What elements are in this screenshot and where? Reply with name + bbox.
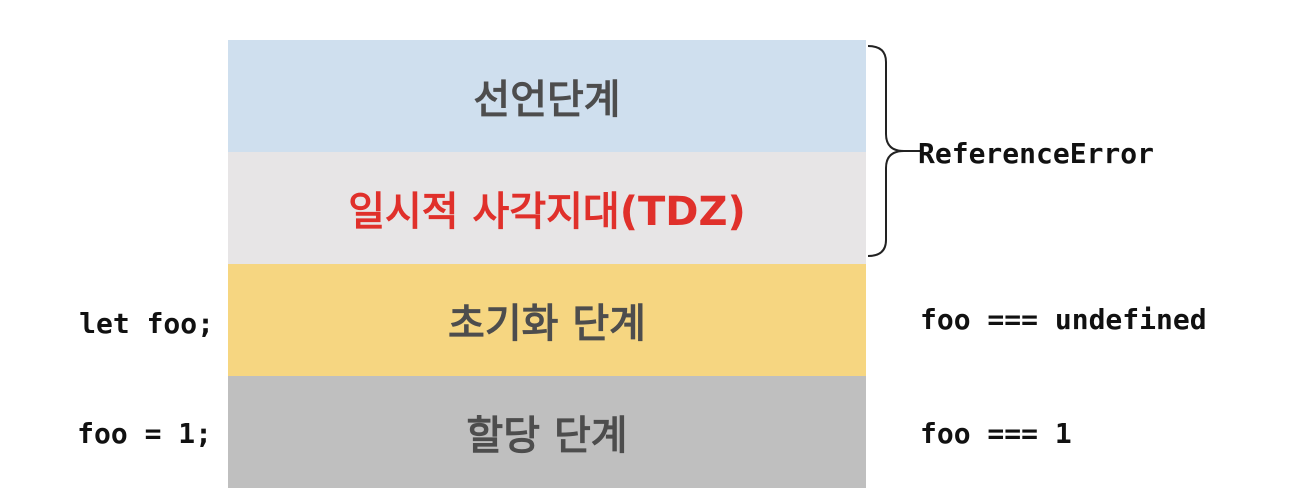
phase-stack: 선언단계 일시적 사각지대(TDZ) 초기화 단계 할당 단계 (228, 40, 866, 488)
assigned-state-note: foo === 1 (920, 417, 1072, 450)
reference-error-note: ReferenceError (918, 137, 1155, 170)
declaration-phase-label: 선언단계 (473, 77, 621, 123)
undefined-state-note: foo === undefined (920, 303, 1207, 336)
initialization-phase-band: 초기화 단계 (228, 264, 866, 376)
declaration-phase-band: 선언단계 (228, 40, 866, 152)
tdz-label: 일시적 사각지대(TDZ) (348, 189, 746, 235)
curly-brace-icon (867, 45, 920, 257)
assignment-phase-label: 할당 단계 (466, 413, 628, 459)
assignment-code: foo = 1; (77, 417, 212, 450)
assignment-phase-band: 할당 단계 (228, 376, 866, 488)
let-declaration-code: let foo; (79, 307, 214, 340)
tdz-band: 일시적 사각지대(TDZ) (228, 152, 866, 264)
initialization-phase-label: 초기화 단계 (448, 301, 646, 347)
